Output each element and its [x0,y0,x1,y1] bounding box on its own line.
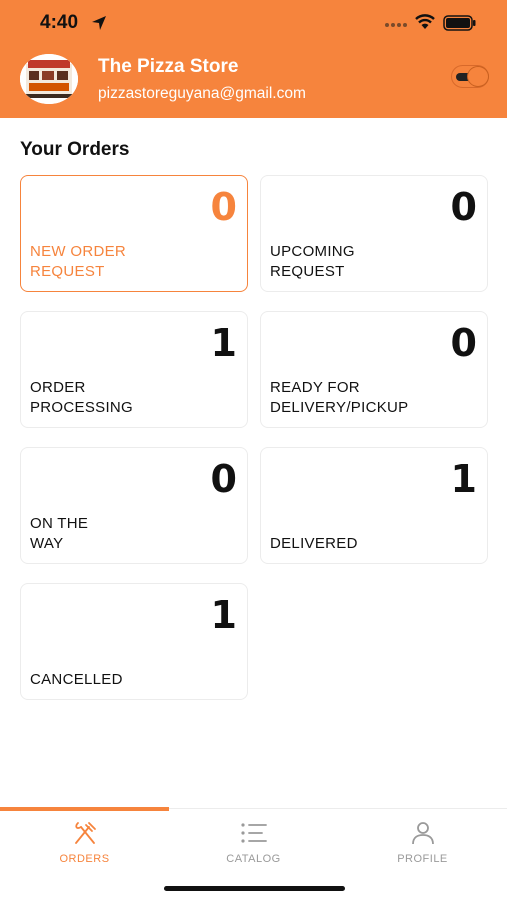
status-bar: 4:40 [0,0,507,46]
toggle-knob [467,66,489,87]
card-ready-for-delivery[interactable]: 0 READY FOR DELIVERY/PICKUP [260,311,488,428]
pizza-store-logo-icon [20,54,78,104]
tab-profile[interactable]: PROFILE [338,819,507,879]
card-new-order-request[interactable]: 0 NEW ORDER REQUEST [20,175,248,292]
tab-label: CATALOG [226,853,281,865]
status-time: 4:40 [40,12,79,33]
card-upcoming-request[interactable]: 0 UPCOMING REQUEST [260,175,488,292]
order-status-label: READY FOR DELIVERY/PICKUP [270,379,409,416]
card-order-processing[interactable]: 1 ORDER PROCESSING [20,311,248,428]
order-status-label: ON THE WAY [30,515,89,552]
card-delivered[interactable]: 1 DELIVERED [260,447,488,564]
order-status-label: NEW ORDER REQUEST [30,243,127,280]
person-icon [411,822,434,845]
tab-label: PROFILE [397,853,448,865]
order-status-label: ORDER PROCESSING [30,379,134,416]
order-count: 0 [450,321,477,365]
order-status-label: CANCELLED [30,671,123,688]
order-status-label: UPCOMING REQUEST [270,243,355,280]
location-arrow-icon [92,16,106,30]
wifi-icon [415,14,435,29]
orders-section-title: Your Orders [20,139,130,160]
tab-catalog[interactable]: CATALOG [169,819,338,879]
card-on-the-way[interactable]: 0 ON THE WAY [20,447,248,564]
active-tab-indicator [0,807,169,811]
order-count: 0 [450,185,477,229]
home-indicator [164,886,345,891]
tab-orders[interactable]: ORDERS [0,819,169,879]
store-name: The Pizza Store [98,56,239,77]
store-open-toggle[interactable] [451,65,489,88]
battery-icon [443,15,476,31]
fork-knife-icon [74,822,96,844]
list-icon [240,823,267,843]
signal-icon [385,23,407,27]
order-count: 0 [210,185,237,229]
tab-label: ORDERS [59,853,110,865]
card-cancelled[interactable]: 1 CANCELLED [20,583,248,700]
order-status-label: DELIVERED [270,535,358,552]
order-count: 1 [450,457,477,501]
app-header: 4:40 The Pizza Store pizzastoreguyana@gm… [0,0,507,118]
store-avatar[interactable] [20,54,78,104]
order-count: 0 [210,457,237,501]
order-count: 1 [210,321,237,365]
order-count: 1 [210,593,237,637]
store-email: pizzastoreguyana@gmail.com [98,85,306,102]
